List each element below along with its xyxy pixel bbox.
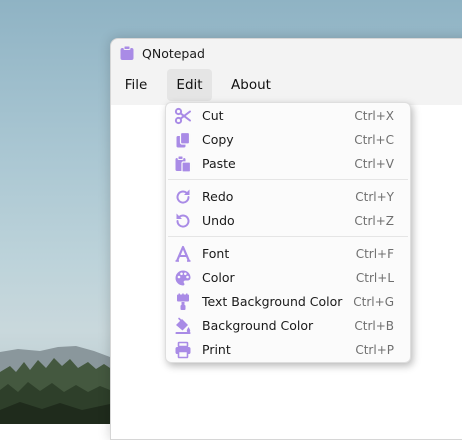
menu-bar: File Edit About — [111, 69, 462, 101]
menu-item-cut[interactable]: Cut Ctrl+X — [170, 104, 406, 128]
menu-edit[interactable]: Edit — [167, 69, 212, 101]
font-icon — [175, 245, 191, 262]
menu-item-label: Copy — [202, 132, 234, 147]
menu-item-label: Font — [202, 246, 230, 261]
menu-item-print[interactable]: Print Ctrl+P — [170, 338, 406, 362]
redo-icon — [176, 189, 190, 204]
window-title: QNotepad — [142, 46, 205, 61]
menu-item-background-color[interactable]: Background Color Ctrl+B — [170, 314, 406, 338]
menu-item-label: Text Background Color — [202, 294, 343, 309]
menu-separator — [168, 179, 408, 180]
menu-item-text-background-color[interactable]: Text Background Color Ctrl+G — [170, 290, 406, 314]
paste-icon — [175, 155, 192, 173]
menu-item-label: Undo — [202, 213, 235, 228]
menu-item-shortcut: Ctrl+Y — [355, 190, 394, 204]
menu-item-label: Print — [202, 342, 231, 357]
menu-item-shortcut: Ctrl+Z — [354, 214, 394, 228]
menu-item-label: Background Color — [202, 318, 314, 333]
menu-item-shortcut: Ctrl+B — [354, 319, 394, 333]
menu-item-label: Cut — [202, 108, 224, 123]
menu-item-shortcut: Ctrl+V — [354, 157, 394, 171]
menu-item-label: Redo — [202, 189, 234, 204]
menu-item-shortcut: Ctrl+G — [353, 295, 394, 309]
edit-menu-dropdown: Cut Ctrl+X Copy Ctrl+C Paste Ctrl+V Redo… — [165, 102, 411, 363]
paint-roller-icon — [177, 293, 189, 310]
menu-item-label: Paste — [202, 156, 236, 171]
menu-item-color[interactable]: Color Ctrl+L — [170, 266, 406, 290]
undo-icon — [176, 213, 190, 228]
menu-separator — [168, 236, 408, 237]
menu-item-paste[interactable]: Paste Ctrl+V — [170, 152, 406, 176]
menu-item-shortcut: Ctrl+P — [355, 343, 394, 357]
clipboard-icon — [120, 45, 134, 60]
menu-item-copy[interactable]: Copy Ctrl+C — [170, 128, 406, 152]
menu-item-shortcut: Ctrl+C — [354, 133, 394, 147]
menu-item-shortcut: Ctrl+X — [354, 109, 394, 123]
menu-item-shortcut: Ctrl+L — [355, 271, 394, 285]
title-bar: QNotepad — [111, 39, 462, 67]
palette-icon — [175, 270, 191, 286]
scissors-icon — [174, 107, 191, 125]
menu-item-redo[interactable]: Redo Ctrl+Y — [170, 185, 406, 209]
menu-item-shortcut: Ctrl+F — [355, 247, 394, 261]
menu-item-undo[interactable]: Undo Ctrl+Z — [170, 209, 406, 233]
copy-icon — [176, 131, 191, 148]
menu-item-label: Color — [202, 270, 235, 285]
paint-bucket-icon — [175, 317, 191, 334]
menu-file[interactable]: File — [117, 69, 155, 101]
printer-icon — [175, 341, 191, 359]
menu-item-font[interactable]: Font Ctrl+F — [170, 242, 406, 266]
menu-about[interactable]: About — [224, 69, 278, 101]
